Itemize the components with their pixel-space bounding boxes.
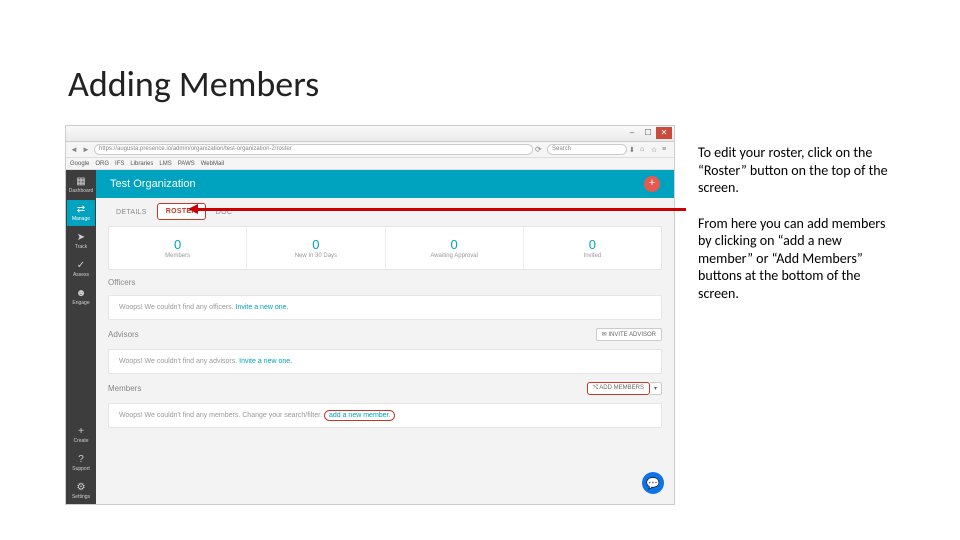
- members-card: Woops! We couldn't find any members. Cha…: [108, 403, 662, 428]
- org-header: Test Organization +: [96, 170, 674, 198]
- explanation-p2: From here you can add members by clickin…: [698, 215, 898, 303]
- bookmark-item: LMS: [159, 161, 171, 167]
- window-close-icon: ✕: [656, 127, 672, 139]
- bookmarks-bar: Google ORG IFS Libraries LMS PAWS WebMai…: [66, 158, 674, 170]
- stat-awaiting: 0 Awaiting Approval: [386, 227, 524, 269]
- engage-icon: ☻: [76, 289, 87, 299]
- stat-value: 0: [174, 237, 181, 252]
- sidebar-item-label: Create: [73, 438, 88, 444]
- window-minimize-icon: ‒: [624, 127, 640, 139]
- chat-bubble-icon[interactable]: 💬: [642, 472, 664, 494]
- roster-arrow-annotation: [188, 205, 686, 213]
- explanation-text: To edit your roster, click on the “Roste…: [698, 144, 898, 320]
- section-officers-title: Officers: [108, 278, 662, 287]
- bookmark-item: Google: [70, 161, 89, 167]
- dashboard-icon: ▦: [76, 177, 85, 187]
- tabs-row: DETAILS ROSTER DOC: [96, 198, 674, 220]
- tab-doc[interactable]: DOC: [208, 205, 240, 220]
- tab-roster[interactable]: ROSTER: [157, 203, 206, 220]
- browser-url-bar: ◄ ► https://augusta.presence.io/admin/or…: [66, 142, 674, 158]
- officers-card: Woops! We couldn't find any officers. In…: [108, 295, 662, 320]
- advisors-card: Woops! We couldn't find any advisors. In…: [108, 349, 662, 374]
- stats-card: 0 Members 0 New In 30 Days 0 Awaiting Ap…: [108, 226, 662, 270]
- section-advisors-title: Advisors: [108, 330, 139, 339]
- add-members-button[interactable]: ⤭ ADD MEMBERS: [587, 382, 650, 395]
- stat-value: 0: [451, 237, 458, 252]
- download-icon: ⬇: [629, 146, 637, 154]
- window-maximize-icon: ☐: [640, 127, 656, 139]
- manage-icon: ⇄: [77, 205, 85, 215]
- bookmark-icon: ☆: [651, 146, 659, 154]
- url-field: https://augusta.presence.io/admin/organi…: [94, 144, 533, 155]
- tab-details[interactable]: DETAILS: [108, 205, 155, 220]
- bookmark-item: Libraries: [130, 161, 153, 167]
- stat-label: Members: [165, 253, 190, 259]
- members-header: Members ⤭ ADD MEMBERS ▾: [108, 382, 662, 395]
- officers-empty-msg: Woops! We couldn't find any officers. In…: [119, 304, 288, 311]
- plus-icon: +: [78, 427, 84, 437]
- sidebar-item-manage[interactable]: ⇄ Manage: [67, 200, 95, 226]
- invite-officer-link[interactable]: Invite a new one.: [236, 304, 289, 311]
- menu-icon: ≡: [662, 146, 670, 154]
- sidebar-item-label: Dashboard: [69, 188, 93, 194]
- sidebar-item-assess[interactable]: ✓ Assess: [67, 256, 95, 282]
- sidebar-item-engage[interactable]: ☻ Engage: [67, 284, 95, 310]
- stat-label: New In 30 Days: [295, 253, 337, 259]
- sidebar-item-create[interactable]: + Create: [67, 422, 95, 448]
- nav-back-icon: ◄: [70, 145, 80, 155]
- stat-new: 0 New In 30 Days: [247, 227, 385, 269]
- stat-label: Invited: [584, 253, 602, 259]
- stat-value: 0: [589, 237, 596, 252]
- browser-titlebar: ‒ ☐ ✕: [66, 126, 674, 142]
- sidebar-item-dashboard[interactable]: ▦ Dashboard: [67, 172, 95, 198]
- add-button[interactable]: +: [644, 176, 660, 192]
- main-area: Test Organization + DETAILS ROSTER DOC 0…: [96, 170, 674, 504]
- stat-members: 0 Members: [109, 227, 247, 269]
- invite-advisor-button[interactable]: ✉ INVITE ADVISOR: [596, 328, 662, 341]
- invite-advisor-link[interactable]: Invite a new one.: [239, 358, 292, 365]
- sidebar-item-label: Track: [75, 244, 87, 250]
- members-empty-msg: Woops! We couldn't find any members. Cha…: [119, 412, 395, 419]
- track-icon: ➤: [77, 233, 85, 243]
- assess-icon: ✓: [77, 261, 85, 271]
- org-title: Test Organization: [110, 178, 196, 190]
- stat-value: 0: [312, 237, 319, 252]
- bookmark-item: WebMail: [201, 161, 224, 167]
- sidebar: ▦ Dashboard ⇄ Manage ➤ Track ✓ Assess ☻ …: [66, 170, 96, 504]
- stat-label: Awaiting Approval: [430, 253, 478, 259]
- sidebar-item-support[interactable]: ? Support: [67, 450, 95, 476]
- add-members-dropdown[interactable]: ▾: [650, 382, 662, 395]
- nav-forward-icon: ►: [82, 145, 92, 155]
- home-icon: ⌂: [640, 146, 648, 154]
- sidebar-item-settings[interactable]: ⚙ Settings: [67, 478, 95, 504]
- bookmark-item: PAWS: [178, 161, 195, 167]
- sidebar-item-label: Assess: [73, 272, 89, 278]
- content-area: 0 Members 0 New In 30 Days 0 Awaiting Ap…: [96, 220, 674, 504]
- app-body: ▦ Dashboard ⇄ Manage ➤ Track ✓ Assess ☻ …: [66, 170, 674, 504]
- sidebar-item-label: Support: [72, 466, 90, 472]
- bookmark-item: IFS: [115, 161, 124, 167]
- sidebar-item-label: Manage: [72, 216, 90, 222]
- explanation-p1: To edit your roster, click on the “Roste…: [698, 144, 898, 197]
- browser-search-field: Search: [547, 144, 627, 155]
- advisors-empty-msg: Woops! We couldn't find any advisors. In…: [119, 358, 292, 365]
- bookmark-item: ORG: [95, 161, 109, 167]
- gear-icon: ⚙: [77, 483, 86, 493]
- add-new-member-link[interactable]: add a new member.: [324, 410, 395, 421]
- app-screenshot: ‒ ☐ ✕ ◄ ► https://augusta.presence.io/ad…: [65, 125, 675, 505]
- sidebar-item-label: Engage: [72, 300, 89, 306]
- sidebar-item-label: Settings: [72, 494, 90, 500]
- stat-invited: 0 Invited: [524, 227, 661, 269]
- slide-title: Adding Members: [68, 62, 319, 106]
- section-members-title: Members: [108, 384, 141, 393]
- sidebar-item-track[interactable]: ➤ Track: [67, 228, 95, 254]
- advisors-header: Advisors ✉ INVITE ADVISOR: [108, 328, 662, 341]
- refresh-icon: ⟳: [535, 145, 545, 155]
- support-icon: ?: [78, 455, 84, 465]
